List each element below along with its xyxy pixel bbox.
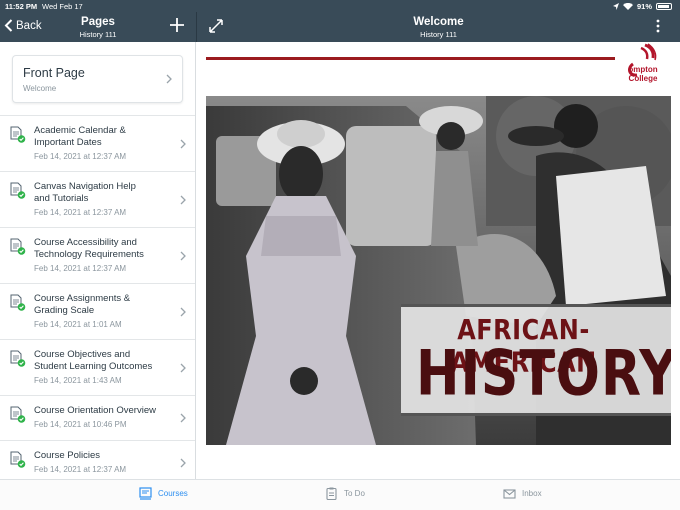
list-item[interactable]: Course Accessibility and Technology Requi… [0, 227, 195, 283]
tab-courses-label: Courses [158, 489, 188, 498]
list-item[interactable]: Academic Calendar & Important Dates Feb 1… [0, 115, 195, 171]
more-options-icon[interactable] [655, 19, 661, 33]
logo-text-2: College [628, 74, 658, 83]
inbox-icon [503, 489, 516, 499]
list-item[interactable]: Course Policies Feb 14, 2021 at 12:37 AM [0, 440, 195, 479]
pages-title: Pages [81, 16, 115, 28]
tab-todo[interactable]: To Do [325, 487, 365, 500]
page-item-title: Course Assignments & Grading Scale [34, 293, 131, 316]
chevron-right-icon [180, 307, 186, 317]
page-item-date: Feb 14, 2021 at 12:37 AM [34, 264, 127, 273]
list-item[interactable]: Course Assignments & Grading Scale Feb 14… [0, 283, 195, 339]
college-logo: ompton College [623, 42, 659, 86]
bottom-tab-bar: Courses To Do Inbox [0, 479, 680, 510]
chevron-right-icon [180, 413, 186, 423]
page-item-date: Feb 14, 2021 at 12:37 AM [34, 152, 127, 161]
page-title: Welcome [413, 16, 464, 28]
page-item-title: Course Accessibility and Technology Requi… [34, 237, 144, 260]
header-rule [206, 57, 615, 60]
list-item[interactable]: Course Orientation Overview Feb 14, 2021… [0, 395, 195, 440]
tab-inbox[interactable]: Inbox [503, 487, 542, 500]
published-page-icon [10, 126, 26, 143]
chevron-right-icon [180, 139, 186, 149]
add-page-button[interactable] [170, 18, 184, 32]
page-item-title: Course Objectives and Student Learning Ou… [34, 349, 153, 372]
published-page-icon [10, 350, 26, 367]
page-content: ompton College AFRICAN-AMERICAN HISTORY [197, 42, 680, 479]
published-page-icon [10, 406, 26, 423]
pages-header: Back Pages History 111 [0, 0, 196, 42]
page-item-title: Academic Calendar & Important Dates [34, 125, 126, 148]
page-item-date: Feb 14, 2021 at 10:46 PM [34, 420, 127, 429]
list-item[interactable]: Canvas Navigation Help and Tutorials Feb … [0, 171, 195, 227]
page-item-date: Feb 14, 2021 at 12:37 AM [34, 465, 127, 474]
published-page-icon [10, 182, 26, 199]
page-header: Welcome History 111 [197, 0, 680, 42]
tab-inbox-label: Inbox [522, 489, 542, 498]
pages-subtitle: History 111 [79, 30, 117, 39]
front-page-card[interactable]: Front Page Welcome [12, 55, 183, 103]
chevron-right-icon [180, 458, 186, 468]
page-item-title: Canvas Navigation Help and Tutorials [34, 181, 136, 204]
app-header: 11:52 PM Wed Feb 17 91% Back Pages Histo… [0, 0, 680, 42]
banner-title-line2: HISTORY [416, 338, 671, 410]
course-banner-image: AFRICAN-AMERICAN HISTORY [206, 96, 671, 445]
chevron-right-icon [180, 363, 186, 373]
front-page-subtitle: Welcome [23, 84, 57, 93]
page-item-date: Feb 14, 2021 at 12:37 AM [34, 208, 127, 217]
tab-courses[interactable]: Courses [139, 487, 188, 500]
chevron-right-icon [180, 251, 186, 261]
page-item-date: Feb 14, 2021 at 1:01 AM [34, 320, 122, 329]
published-page-icon [10, 294, 26, 311]
tab-todo-label: To Do [344, 489, 365, 498]
courses-icon [139, 487, 152, 500]
chevron-right-icon [166, 74, 172, 84]
page-item-title: Course Policies [34, 450, 100, 461]
todo-icon [326, 487, 337, 500]
list-item[interactable]: Course Objectives and Student Learning Ou… [0, 339, 195, 395]
logo-text-1: ompton [628, 65, 658, 74]
front-page-title: Front Page [23, 66, 85, 80]
pages-list-pane: Front Page Welcome Academic Calendar & Im… [0, 42, 196, 479]
page-item-date: Feb 14, 2021 at 1:43 AM [34, 376, 122, 385]
published-page-icon [10, 238, 26, 255]
page-subtitle: History 111 [420, 30, 457, 39]
page-item-title: Course Orientation Overview [34, 405, 156, 416]
chevron-right-icon [180, 195, 186, 205]
published-page-icon [10, 451, 26, 468]
